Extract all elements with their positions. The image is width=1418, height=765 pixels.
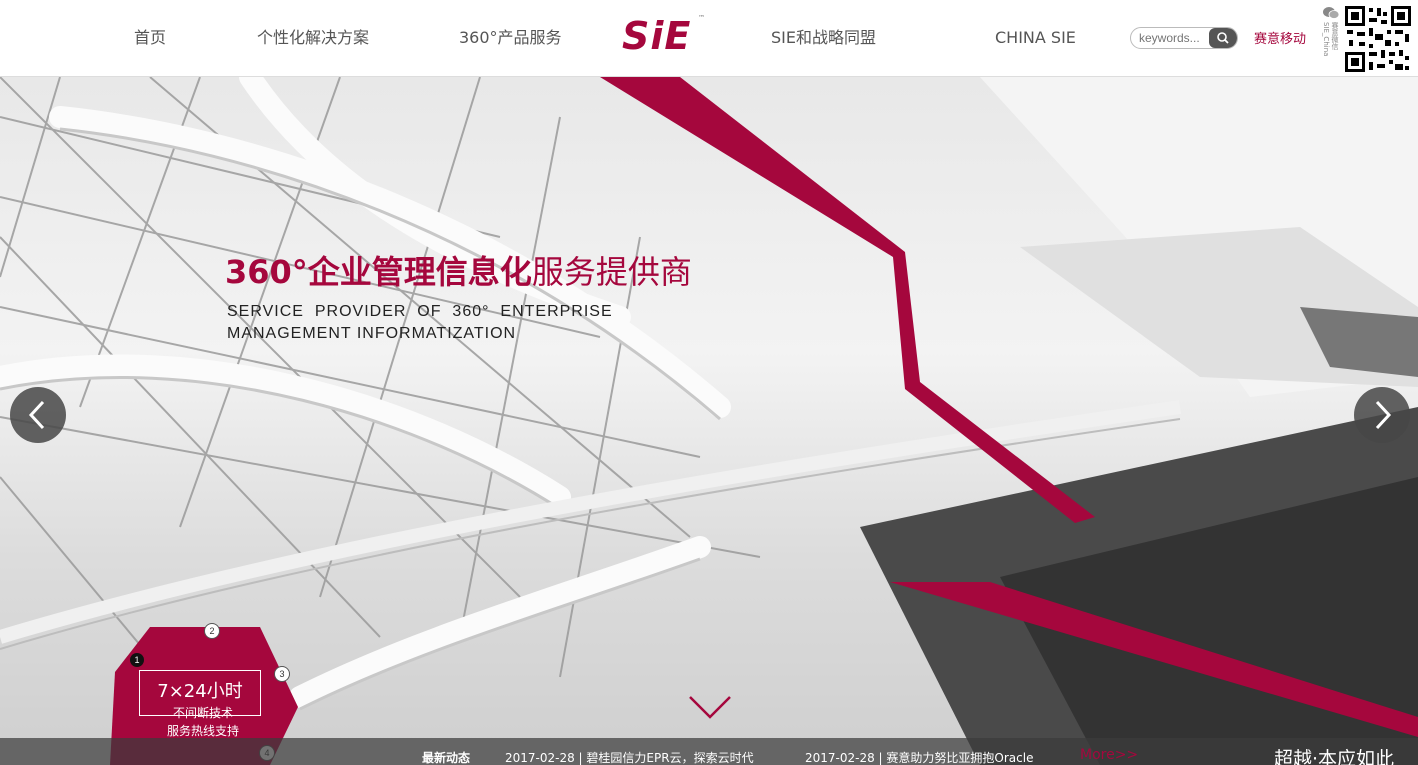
next-slide-button[interactable] xyxy=(1354,387,1410,443)
badge-line-1: 不间断技术 xyxy=(172,706,233,720)
news-more-link[interactable]: More>> xyxy=(1080,747,1138,763)
badge-step-2[interactable]: 2 xyxy=(204,623,220,639)
hero-banner: 360°企业管理信息化服务提供商 SERVICE PROVIDER OF 360… xyxy=(0,77,1418,765)
badge-step-1[interactable]: 1 xyxy=(130,653,144,667)
wechat-icon xyxy=(1323,7,1340,19)
site-logo[interactable]: SiE xyxy=(622,14,691,58)
hero-subtitle: SERVICE PROVIDER OF 360° ENTERPRISE MANA… xyxy=(227,301,613,345)
news-bar: 最新动态 2017-02-28 | 碧桂园信力EPR云，探索云时代 2017-0… xyxy=(0,738,1418,765)
hero-headline: 360°企业管理信息化服务提供商 xyxy=(225,247,692,293)
nav-alliance[interactable]: SIE和战略同盟 xyxy=(771,27,876,49)
subtitle-line-1: SERVICE PROVIDER OF 360° ENTERPRISE xyxy=(227,303,613,320)
mobile-site-link[interactable]: 赛意移动 xyxy=(1254,28,1306,47)
search-input[interactable] xyxy=(1139,30,1209,46)
badge-line-2: 服务热线支持 xyxy=(166,724,239,738)
wechat-caption-text: 赛意微信 SIE_China xyxy=(1322,22,1339,57)
prev-slide-button[interactable] xyxy=(10,387,66,443)
news-label: 最新动态 xyxy=(422,751,471,765)
search-box xyxy=(1130,27,1238,49)
scroll-down-icon[interactable] xyxy=(688,695,732,721)
site-header: 首页 个性化解决方案 360°产品服务 SiE ™ SIE和战略同盟 CHINA… xyxy=(0,0,1418,77)
subtitle-line-2: MANAGEMENT INFORMATIZATION xyxy=(227,325,517,342)
search-icon xyxy=(1217,32,1229,44)
chevron-left-icon xyxy=(28,400,45,430)
qr-code-icon xyxy=(1345,6,1411,72)
wechat-caption: 赛意微信 SIE_China xyxy=(1321,6,1341,72)
search-button[interactable] xyxy=(1209,28,1237,48)
badge-step-3[interactable]: 3 xyxy=(274,666,290,682)
nav-services[interactable]: 360°产品服务 xyxy=(459,27,562,49)
nav-china-sie[interactable]: CHINA SIE xyxy=(995,27,1076,49)
logo-trademark: ™ xyxy=(698,14,705,22)
badge-title: 7×24小时 xyxy=(157,681,243,702)
nav-solutions[interactable]: 个性化解决方案 xyxy=(257,27,369,49)
headline-bold: 360°企业管理信息化 xyxy=(225,253,532,291)
chevron-right-icon xyxy=(1375,400,1392,430)
news-item[interactable]: 2017-02-28 | 碧桂园信力EPR云，探索云时代 xyxy=(505,749,754,765)
nav-home[interactable]: 首页 xyxy=(134,27,166,49)
slogan: 超越·本应如此 xyxy=(1274,748,1395,765)
news-item[interactable]: 2017-02-28 | 赛意助力努比亚拥抱Oracle xyxy=(805,749,1033,765)
headline-light: 服务提供商 xyxy=(531,253,692,291)
